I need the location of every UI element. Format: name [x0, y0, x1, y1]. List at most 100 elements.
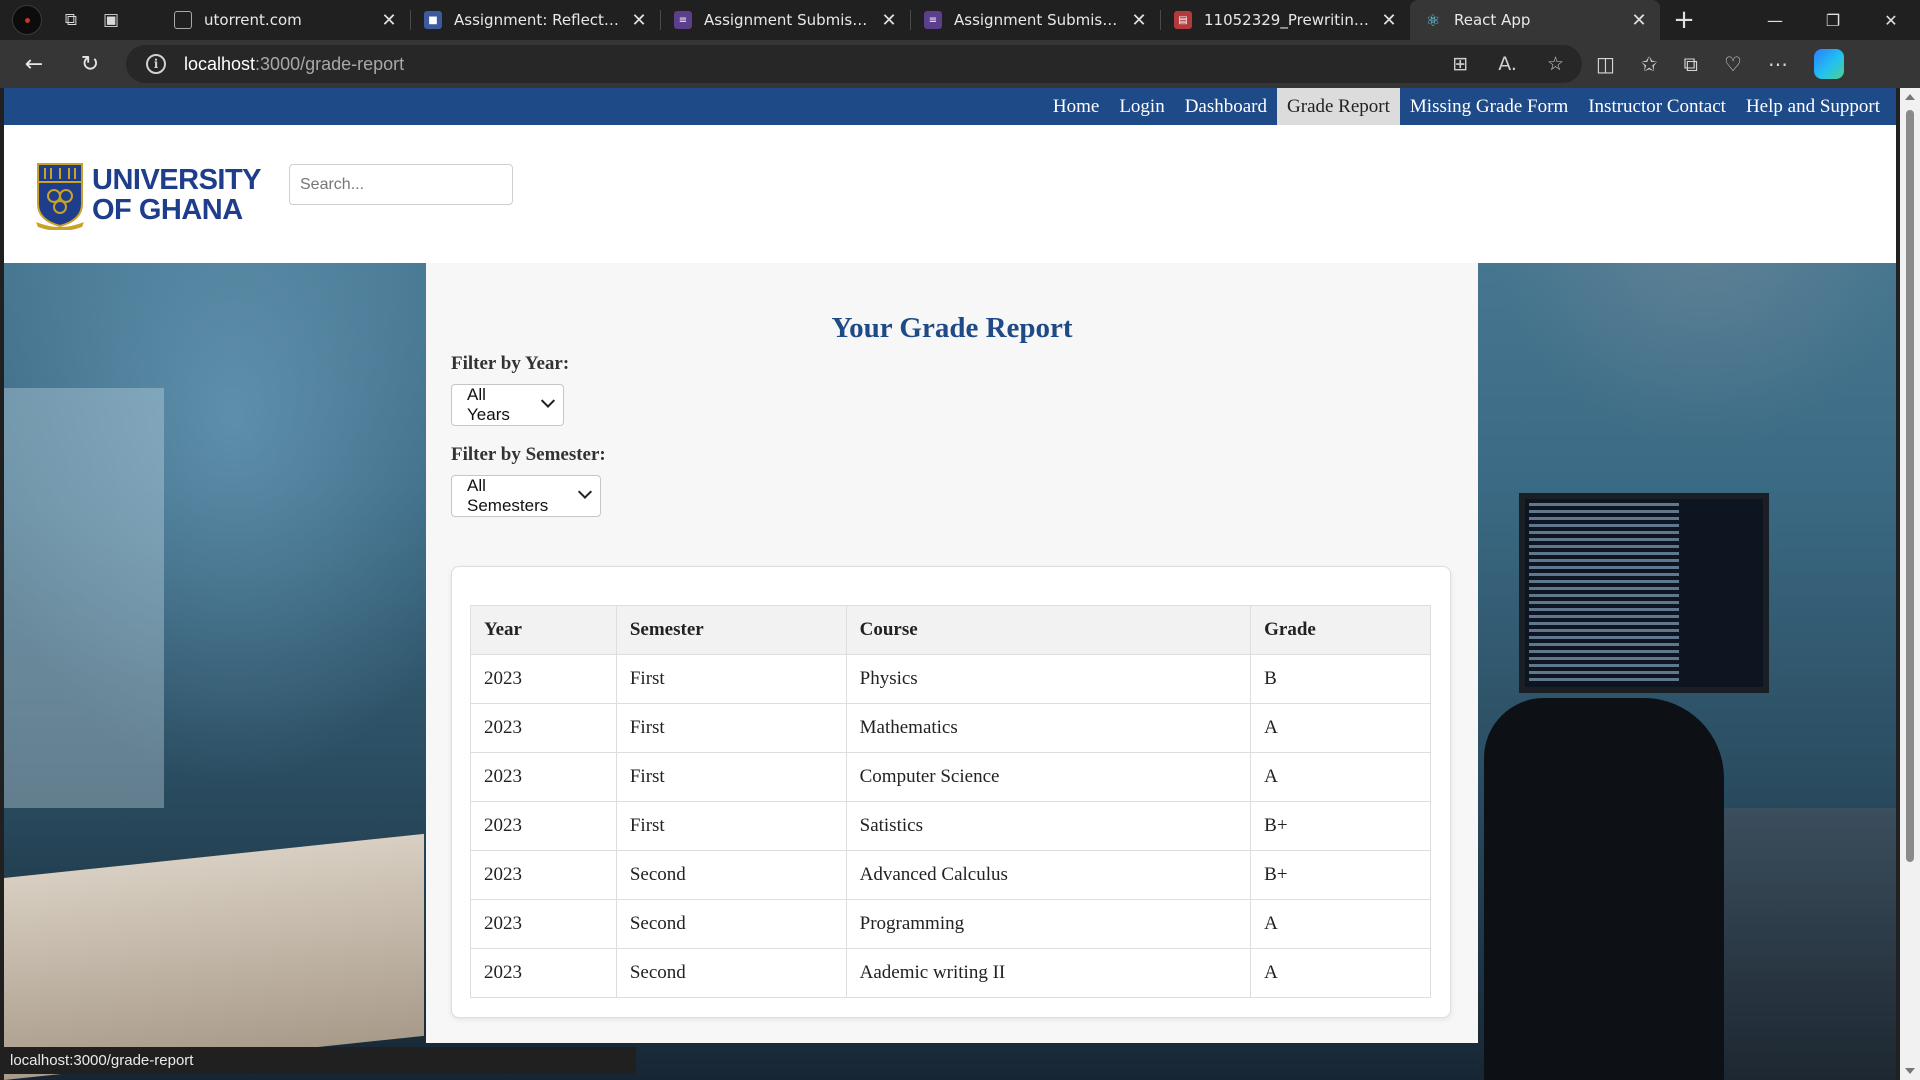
- address-bar-actions: ⊞ A. ☆: [1452, 45, 1564, 83]
- cell-grade: B: [1250, 654, 1431, 704]
- table-row: 2023 First Mathematics A: [470, 703, 1431, 753]
- browser-tab-active[interactable]: ⚛ React App ✕: [1410, 0, 1660, 40]
- cell-semester: First: [615, 703, 847, 753]
- cell-semester: First: [615, 801, 847, 851]
- nav-home[interactable]: Home: [1043, 88, 1109, 125]
- collections-icon[interactable]: ⧉: [1684, 52, 1698, 76]
- logo-text: UNIVERSITY OF GHANA: [92, 165, 262, 226]
- semester-filter-label: Filter by Semester:: [451, 444, 606, 465]
- app-available-icon[interactable]: ⊞: [1452, 53, 1468, 75]
- profile-avatar[interactable]: [12, 5, 42, 35]
- cell-year: 2023: [470, 948, 617, 998]
- table-row: 2023 Second Advanced Calculus B+: [470, 850, 1431, 900]
- pdf-icon: ▤: [1174, 11, 1192, 29]
- tab-actions-icon[interactable]: ▣: [100, 9, 122, 31]
- cell-course: Programming: [845, 899, 1252, 949]
- list-icon: ≡: [924, 11, 942, 29]
- cell-semester: Second: [615, 850, 847, 900]
- window-controls: — ❐ ✕: [1746, 0, 1920, 40]
- toolbar-icons: ◫ ✩ ⧉ ♡ ⋯: [1596, 40, 1844, 88]
- more-options-icon[interactable]: ⋯: [1768, 52, 1788, 76]
- browser-tab[interactable]: ■ Assignment: Reflecting on ✕: [410, 0, 660, 40]
- split-screen-icon[interactable]: ◫: [1596, 52, 1615, 76]
- cell-grade: A: [1250, 752, 1431, 802]
- year-filter-label: Filter by Year:: [451, 353, 570, 374]
- tab-strip-left: ⧉ ▣: [0, 0, 160, 40]
- chevron-down-icon: [541, 393, 556, 408]
- close-tab-icon[interactable]: ✕: [630, 10, 648, 31]
- grades-table: Year Semester Course Grade 2023 First Ph…: [470, 605, 1431, 998]
- url-host: localhost: [184, 53, 256, 74]
- cell-course: Computer Science: [845, 752, 1252, 802]
- page-icon: [174, 11, 192, 29]
- cell-semester: Second: [615, 948, 847, 998]
- cell-semester: First: [615, 654, 847, 704]
- cell-year: 2023: [470, 654, 617, 704]
- back-icon[interactable]: ←: [12, 44, 56, 84]
- close-tab-icon[interactable]: ✕: [380, 10, 398, 31]
- close-tab-icon[interactable]: ✕: [1630, 10, 1648, 31]
- address-bar[interactable]: i localhost:3000/grade-report ⊞ A. ☆: [126, 45, 1582, 83]
- logo-line-2: OF GHANA: [92, 194, 243, 226]
- grades-card: Year Semester Course Grade 2023 First Ph…: [451, 566, 1451, 1018]
- year-filter-value: All Years: [467, 385, 510, 424]
- cell-year: 2023: [470, 899, 617, 949]
- cell-course: Aademic writing II: [845, 948, 1252, 998]
- year-filter-select[interactable]: All Years: [451, 384, 564, 426]
- background-shelf: [4, 388, 164, 808]
- close-tab-icon[interactable]: ✕: [1380, 10, 1398, 31]
- nav-login[interactable]: Login: [1109, 88, 1174, 125]
- background-chair: [1484, 698, 1724, 1080]
- semester-filter-value: All Semesters: [467, 476, 549, 515]
- copilot-icon[interactable]: [1813, 49, 1844, 79]
- tab-title: Assignment Submission:: [704, 11, 872, 29]
- nav-instructor-contact[interactable]: Instructor Contact: [1578, 88, 1736, 125]
- react-icon: ⚛: [1425, 10, 1441, 30]
- browser-tab[interactable]: ≡ Assignment Submission: ✕: [660, 0, 910, 40]
- favorites-icon[interactable]: ✩: [1641, 52, 1658, 76]
- nav-help-and-support[interactable]: Help and Support: [1736, 88, 1890, 125]
- tab-title: Assignment: Reflecting on: [454, 11, 622, 29]
- site-info-icon[interactable]: i: [146, 54, 166, 74]
- scroll-down-arrow-icon[interactable]: [1905, 1068, 1915, 1074]
- table-row: 2023 First Computer Science A: [470, 752, 1431, 802]
- tab-list: utorrent.com ✕ ■ Assignment: Reflecting …: [160, 0, 1660, 40]
- close-window-icon[interactable]: ✕: [1862, 0, 1920, 40]
- column-header-semester: Semester: [615, 605, 847, 655]
- nav-missing-grade-form[interactable]: Missing Grade Form: [1400, 88, 1578, 125]
- close-tab-icon[interactable]: ✕: [1130, 10, 1148, 31]
- cell-grade: A: [1250, 899, 1431, 949]
- browser-tab[interactable]: ≡ Assignment Submission: ✕: [910, 0, 1160, 40]
- cell-course: Advanced Calculus: [845, 850, 1252, 900]
- cell-year: 2023: [470, 752, 617, 802]
- nav-grade-report[interactable]: Grade Report: [1277, 88, 1400, 125]
- scrollbar-thumb[interactable]: [1906, 110, 1914, 862]
- university-logo[interactable]: UNIVERSITY OF GHANA: [35, 160, 262, 230]
- background-monitor-code: [1529, 503, 1679, 683]
- refresh-icon[interactable]: ↻: [68, 44, 112, 84]
- cell-semester: First: [615, 752, 847, 802]
- semester-filter-select[interactable]: All Semesters: [451, 475, 601, 517]
- close-tab-icon[interactable]: ✕: [880, 10, 898, 31]
- cell-course: Mathematics: [845, 703, 1252, 753]
- favorite-star-icon[interactable]: ☆: [1547, 53, 1564, 75]
- cell-year: 2023: [470, 801, 617, 851]
- browser-essentials-icon[interactable]: ♡: [1724, 52, 1742, 76]
- minimize-icon[interactable]: —: [1746, 0, 1804, 40]
- browser-tab[interactable]: utorrent.com ✕: [160, 0, 410, 40]
- restore-icon[interactable]: ❐: [1804, 0, 1862, 40]
- crest-icon: [36, 163, 84, 230]
- page-scrollbar[interactable]: [1900, 88, 1920, 1080]
- new-tab-button[interactable]: +: [1664, 0, 1704, 40]
- url-path: :3000/grade-report: [255, 53, 405, 74]
- canvas-icon: ■: [424, 11, 442, 29]
- browser-tab[interactable]: ▤ 11052329_Prewriting Acti ✕: [1160, 0, 1410, 40]
- read-aloud-icon[interactable]: A.: [1498, 53, 1517, 75]
- cell-course: Physics: [845, 654, 1252, 704]
- nav-dashboard[interactable]: Dashboard: [1175, 88, 1277, 125]
- tab-title: utorrent.com: [204, 11, 302, 29]
- scroll-up-arrow-icon[interactable]: [1905, 94, 1915, 100]
- workspaces-icon[interactable]: ⧉: [60, 9, 82, 31]
- tab-title: 11052329_Prewriting Acti: [1204, 11, 1372, 29]
- search-input[interactable]: [289, 164, 513, 205]
